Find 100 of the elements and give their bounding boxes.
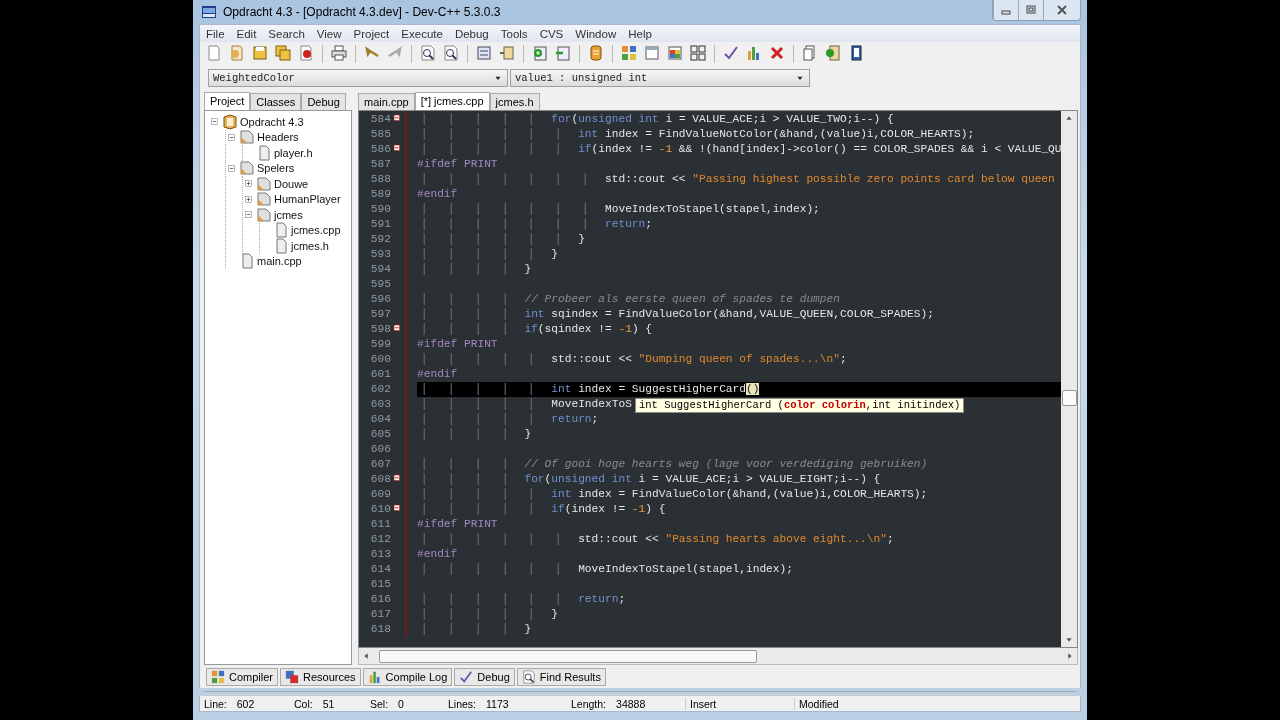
expand-icon[interactable] [243,178,254,190]
status-value: 0 [398,697,404,710]
menu-item[interactable]: Help [622,27,658,40]
tree-item[interactable]: jcmes [274,208,303,221]
check-icon[interactable] [723,44,739,61]
menu-item[interactable]: Execute [395,27,449,40]
collapse-icon[interactable] [226,162,237,174]
vertical-scrollbar[interactable] [1061,111,1077,647]
menu-item[interactable]: Debug [448,27,495,40]
bar-chart-icon [367,670,382,684]
line-number: 604 [369,412,391,427]
resources-icon [285,670,299,684]
code-line: int index = SuggestHigherCard() [417,383,760,395]
collapse-icon[interactable] [226,131,237,143]
compile-run-icon[interactable] [667,44,683,61]
save-all-icon[interactable] [275,44,291,61]
menu-item[interactable]: Project [347,27,396,40]
tree-item[interactable]: player.h [274,146,313,159]
line-number: 612 [369,532,391,547]
dropdown[interactable]: value1 : unsigned int [510,69,810,87]
search-icon[interactable] [420,44,436,61]
tree-item[interactable]: main.cpp [257,255,302,268]
print-icon[interactable] [331,44,347,61]
file-icon [239,253,255,270]
tree-item[interactable]: Spelers [257,162,295,175]
compile-icon[interactable] [621,44,637,61]
line-number: 611 [369,517,391,532]
tab[interactable]: jcmes.h [489,93,540,110]
menu-item[interactable]: Tools [494,27,534,40]
folder-icon [256,175,272,192]
tree-item[interactable]: jcmes.h [291,239,329,252]
line-number: 606 [369,442,391,457]
add-project-icon[interactable] [825,44,841,61]
class-browser-icon[interactable] [588,44,604,61]
code-line: for(unsigned int i = VALUE_ACE;i > VALUE_EIGHT;i--) { [417,473,881,485]
tree-item[interactable]: jcmes.cpp [291,224,341,237]
scroll-thumb[interactable] [379,649,757,663]
scroll-thumb[interactable] [1061,390,1077,406]
dropdown[interactable]: WeightedColor [208,69,508,87]
folder-icon [256,206,272,223]
tab[interactable]: Compile Log [362,668,453,686]
menu-item[interactable]: Window [569,27,623,40]
tab[interactable]: Debug [301,93,346,110]
tree-item[interactable]: Opdracht 4.3 [240,115,304,128]
replace-icon[interactable] [443,44,459,61]
status-label: Line: [204,697,227,710]
tab[interactable]: Find Results [516,668,606,686]
horizontal-scrollbar[interactable] [358,648,1078,665]
tree-item[interactable]: HumanPlayer [274,193,341,206]
menu-item[interactable]: View [310,27,348,40]
status-value: 602 [236,697,255,710]
collapse-icon[interactable] [243,209,254,221]
new-project-icon[interactable] [802,44,818,61]
file-icon [273,222,289,239]
tab[interactable]: Debug [454,668,515,686]
folder-icon [239,160,255,177]
line-number: 590 [369,202,391,217]
window-icon[interactable] [644,44,660,61]
add-file-icon[interactable] [532,44,548,61]
tab[interactable]: Resources [280,668,361,686]
project-icon [222,113,238,130]
expand-icon[interactable] [243,193,254,205]
tab[interactable]: Classes [250,93,302,110]
menu-item[interactable]: Search [262,27,311,40]
book-icon[interactable] [848,44,864,61]
app-icon [201,4,217,20]
line-number: 603 [369,397,391,412]
save-icon[interactable] [252,44,268,61]
status-label: Sel: [370,697,389,710]
status-value: 34888 [616,697,646,710]
tree-item[interactable]: Douwe [274,177,309,190]
code-line: std::cout << "Dumping queen of spades...\n"; [417,353,847,365]
line-number: 598 [369,322,391,337]
line-number: 610 [369,502,391,517]
menu-item[interactable]: CVS [533,27,570,40]
close-file-icon[interactable] [298,44,314,61]
code-line: #endif [417,368,458,380]
document-icon[interactable] [206,44,222,61]
menu-item[interactable]: Edit [230,27,263,40]
line-number: 615 [369,577,391,592]
delete-icon[interactable] [769,44,785,61]
line-number: 589 [369,187,391,202]
tab[interactable]: Project [204,92,251,111]
indent-icon[interactable] [476,44,492,61]
signature-tooltip: int SuggestHigherCard (color colorin,int initindex) [635,398,965,413]
line-number: 588 [369,172,391,187]
tree-item[interactable]: Headers [257,131,299,144]
bar-chart-icon[interactable] [746,44,762,61]
tab[interactable]: Compiler [206,668,278,686]
unindent-icon[interactable] [499,44,515,61]
rebuild-icon[interactable] [690,44,706,61]
menu-item[interactable]: File [200,27,231,40]
line-number: 616 [369,592,391,607]
line-number: 599 [369,337,391,352]
tab[interactable]: main.cpp [358,93,415,110]
code-line: for(unsigned int i = VALUE_ACE;i > VALUE_TWO;i--) { [417,113,894,125]
remove-file-icon[interactable] [555,44,571,61]
line-number: 591 [369,217,391,232]
status-label: Lines: [448,697,477,710]
collapse-icon[interactable] [209,116,220,128]
